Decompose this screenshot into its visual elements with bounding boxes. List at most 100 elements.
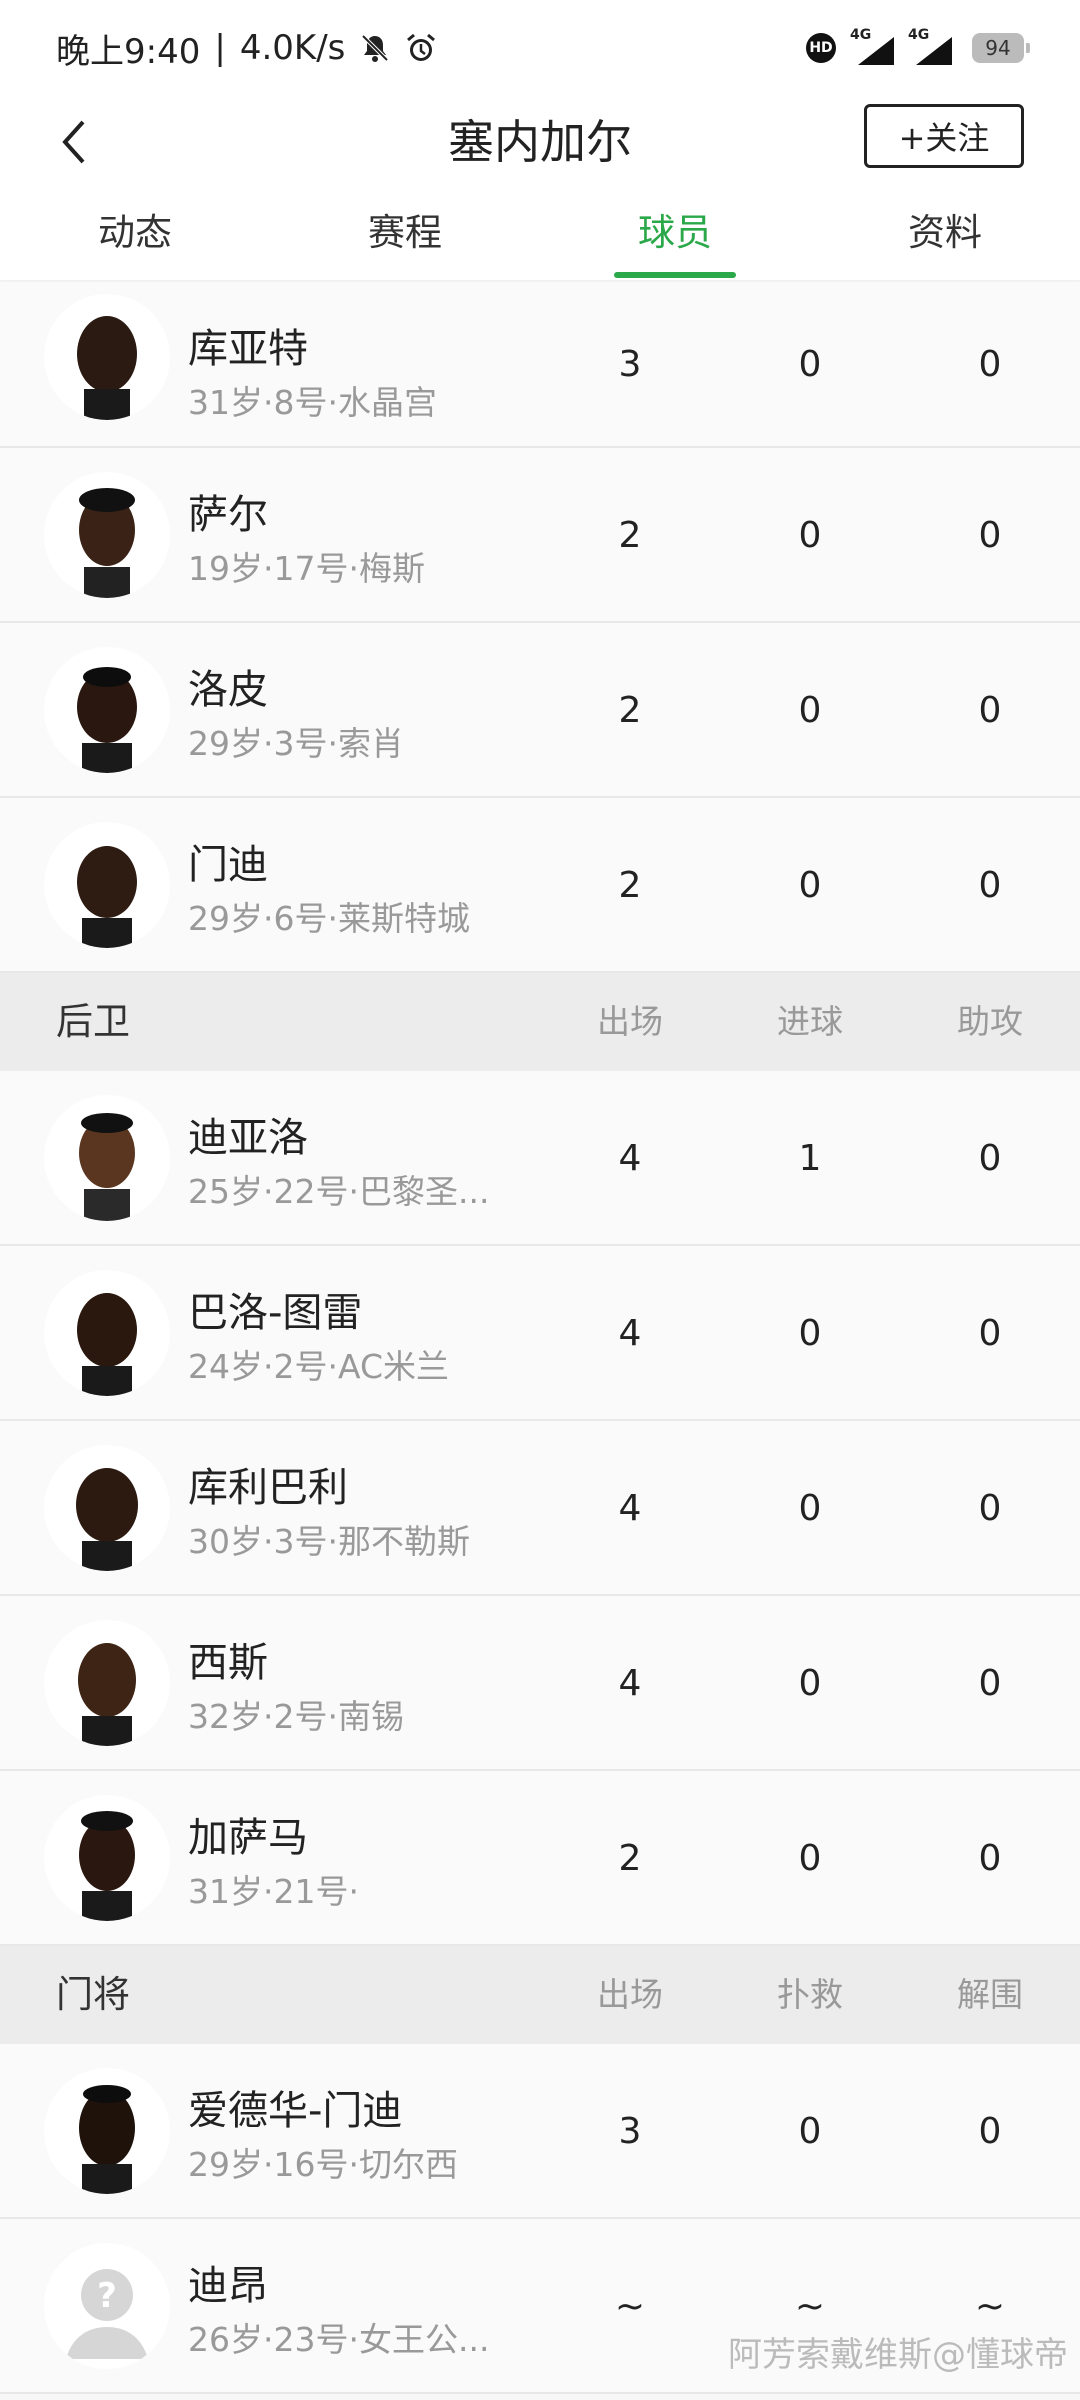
player-row[interactable]: 库亚特 31岁·8号·水晶宫 3 0 0 — [0, 282, 1080, 448]
stat-goals: 0 — [798, 1488, 822, 1529]
section-title: 门将 — [56, 1973, 130, 2016]
player-photo-icon — [79, 488, 135, 598]
status-left: 晚上9:40 | 4.0K/s — [56, 24, 437, 73]
svg-text:?: ? — [97, 2276, 117, 2316]
follow-button[interactable]: +关注 — [864, 104, 1024, 168]
player-row[interactable]: 迪亚洛 25岁·22号·巴黎圣... 4 1 0 — [0, 1071, 1080, 1246]
player-name: 西斯 — [188, 1640, 268, 1686]
stat-appearances: 2 — [618, 515, 642, 556]
player-row[interactable]: 西斯 32岁·2号·南锡 4 0 0 — [0, 1596, 1080, 1771]
watermark: 阿芳索戴维斯@懂球帝 — [728, 2335, 1068, 2375]
player-avatar — [44, 1795, 170, 1921]
player-name: 洛皮 — [188, 667, 268, 713]
player-avatar — [44, 822, 170, 948]
section-title: 后卫 — [56, 1000, 130, 1043]
player-avatar — [44, 647, 170, 773]
stat-appearances: 2 — [618, 865, 642, 906]
tab-bar: 动态 赛程 球员 资料 — [0, 188, 1080, 280]
placeholder-avatar-icon: ? — [44, 2243, 170, 2369]
stat-appearances: 3 — [618, 344, 642, 385]
stat-goals: 1 — [798, 1138, 822, 1179]
hd-voice-icon: HD — [806, 33, 836, 63]
player-photo-icon — [79, 2085, 135, 2194]
network-type-1: 4G — [850, 27, 872, 43]
stat-goals: 0 — [798, 690, 822, 731]
status-bar: 晚上9:40 | 4.0K/s HD 4G 4G 94 — [0, 0, 1080, 96]
stat-assists: 0 — [978, 1488, 1002, 1529]
player-info: 26岁·23号·女王公... — [188, 2320, 490, 2359]
column-header-appearances: 出场 — [597, 1002, 663, 1041]
stat-goals: 0 — [798, 1663, 822, 1704]
player-photo-icon — [77, 667, 137, 773]
stat-goals: 0 — [798, 1313, 822, 1354]
player-photo-icon — [77, 846, 137, 948]
network-type-2: 4G — [908, 27, 930, 43]
player-avatar — [44, 1445, 170, 1571]
player-photo-icon — [77, 316, 137, 420]
player-row[interactable]: 爱德华-门迪 29岁·16号·切尔西 3 0 0 — [0, 2044, 1080, 2219]
player-info: 29岁·6号·莱斯特城 — [188, 899, 470, 938]
network-speed: 4.0K/s — [239, 28, 346, 68]
player-avatar — [44, 2068, 170, 2194]
player-info: 24岁·2号·AC米兰 — [188, 1347, 450, 1386]
player-photo-icon — [77, 1293, 137, 1396]
column-header-saves: 扑救 — [777, 1975, 843, 2014]
player-info: 32岁·2号·南锡 — [188, 1697, 404, 1736]
status-time: 晚上9:40 — [56, 31, 201, 72]
player-avatar — [44, 472, 170, 598]
player-info: 31岁·21号· — [188, 1872, 359, 1911]
stat-assists: 0 — [978, 865, 1002, 906]
stat-appearances: 2 — [618, 1838, 642, 1879]
stat-assists: 0 — [978, 515, 1002, 556]
player-row[interactable]: 库利巴利 30岁·3号·那不勒斯 4 0 0 — [0, 1421, 1080, 1596]
stat-assists: 0 — [978, 1138, 1002, 1179]
stat-goals: 0 — [798, 1838, 822, 1879]
stat-assists: 0 — [978, 690, 1002, 731]
tab-schedule[interactable]: 赛程 — [270, 188, 540, 280]
column-header-assists: 助攻 — [957, 1002, 1023, 1041]
stat-appearances: 4 — [618, 1663, 642, 1704]
stat-assists: 0 — [978, 1663, 1002, 1704]
player-info: 29岁·3号·索肖 — [188, 724, 404, 763]
battery-icon: 94 — [972, 33, 1030, 63]
player-info: 30岁·3号·那不勒斯 — [188, 1522, 470, 1561]
player-name: 门迪 — [188, 842, 268, 888]
stat-saves: 0 — [798, 2111, 822, 2152]
player-info: 31岁·8号·水晶宫 — [188, 383, 437, 422]
stat-appearances: 4 — [618, 1313, 642, 1354]
player-name: 爱德华-门迪 — [188, 2088, 403, 2134]
stat-appearances: ~ — [614, 2286, 646, 2327]
player-name: 巴洛-图雷 — [188, 1290, 363, 1336]
stat-goals: 0 — [798, 344, 822, 385]
player-photo-icon — [76, 1468, 138, 1571]
tab-players[interactable]: 球员 — [540, 188, 810, 280]
column-header-goals: 进球 — [777, 1002, 843, 1041]
stat-assists: 0 — [978, 344, 1002, 385]
player-info: 29岁·16号·切尔西 — [188, 2145, 458, 2184]
stat-appearances: 4 — [618, 1138, 642, 1179]
signal-icon-1: 4G — [850, 27, 894, 65]
player-photo-icon — [78, 1643, 136, 1746]
player-row[interactable]: 萨尔 19岁·17号·梅斯 2 0 0 — [0, 448, 1080, 623]
player-row[interactable]: 巴洛-图雷 24岁·2号·AC米兰 4 0 0 — [0, 1246, 1080, 1421]
player-photo-icon — [79, 1113, 135, 1221]
stat-appearances: 2 — [618, 690, 642, 731]
player-info: 25岁·22号·巴黎圣... — [188, 1172, 490, 1211]
player-row[interactable]: 门迪 29岁·6号·莱斯特城 2 0 0 — [0, 798, 1080, 973]
tab-profile[interactable]: 资料 — [810, 188, 1080, 280]
player-row[interactable]: 洛皮 29岁·3号·索肖 2 0 0 — [0, 623, 1080, 798]
stat-goals: 0 — [798, 515, 822, 556]
player-photo-icon — [79, 1811, 135, 1921]
player-name: 加萨马 — [188, 1815, 308, 1861]
player-row[interactable]: 加萨马 31岁·21号· 2 0 0 — [0, 1771, 1080, 1946]
stat-clearances: 0 — [978, 2111, 1002, 2152]
section-header-goalkeepers: 门将 出场 扑救 解围 — [0, 1946, 1080, 2044]
tab-news[interactable]: 动态 — [0, 188, 270, 280]
mute-bell-icon — [361, 34, 389, 62]
status-divider: | — [214, 28, 226, 68]
stat-goals: 0 — [798, 865, 822, 906]
signal-icon-2: 4G — [908, 27, 952, 65]
player-name: 迪亚洛 — [188, 1115, 308, 1161]
player-name: 萨尔 — [188, 492, 268, 538]
stat-assists: 0 — [978, 1313, 1002, 1354]
